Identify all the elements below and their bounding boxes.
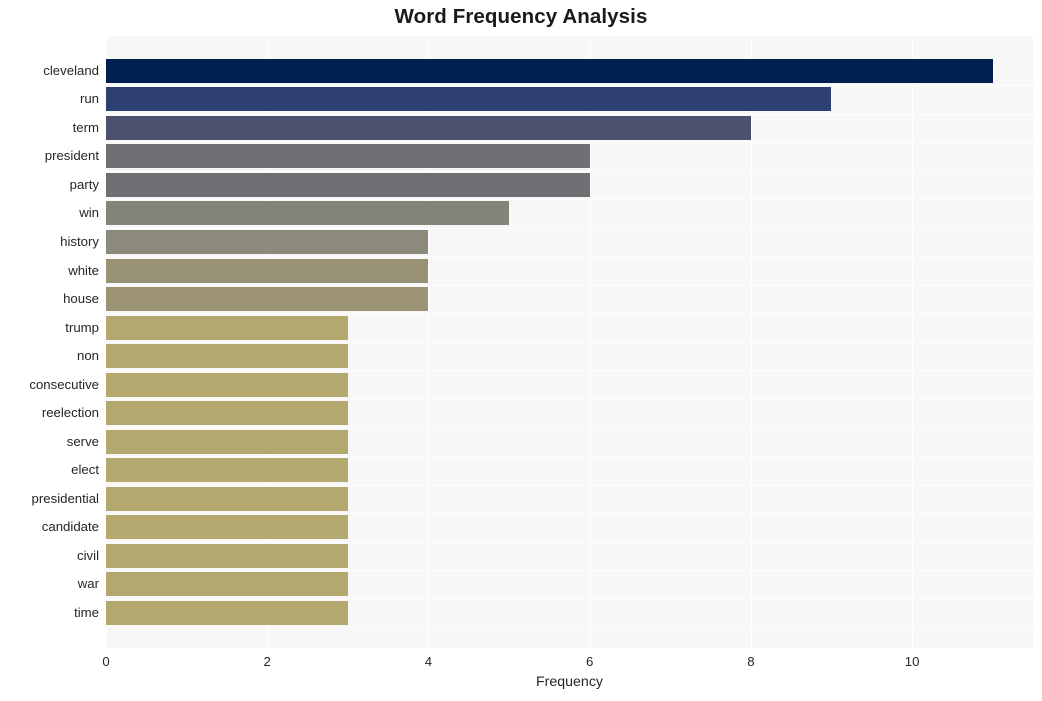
bar-white (106, 258, 429, 283)
y-tick-label-serve: serve (66, 433, 99, 449)
bar-win (106, 201, 510, 226)
y-tick-label-house: house (63, 291, 99, 307)
y-tick-label-presidential: presidential (31, 490, 99, 506)
y-tick-label-white: white (68, 262, 99, 278)
y-tick-label-term: term (72, 119, 99, 135)
x-tick-label-4: 4 (424, 654, 433, 669)
bar-reelection (106, 401, 348, 426)
bar-history (106, 229, 429, 254)
bar-candidate (106, 515, 348, 540)
bar-run (106, 87, 832, 112)
y-tick-label-party: party (69, 176, 99, 192)
bar-consecutive (106, 372, 348, 397)
y-tick-label-civil: civil (77, 547, 99, 563)
y-axis-tick-labels: cleveland run term president party win history… (0, 36, 99, 648)
bar-presidential (106, 486, 348, 511)
bar-time (106, 600, 348, 625)
chart-title: Word Frequency Analysis (394, 5, 648, 28)
bar-house (106, 287, 429, 312)
bar-non (106, 344, 348, 369)
y-tick-label-history: history (60, 233, 99, 249)
y-tick-label-trump: trump (65, 319, 99, 335)
bars-container (106, 36, 1033, 648)
bar-cleveland (106, 58, 993, 83)
x-tick-label-6: 6 (585, 654, 594, 669)
y-tick-label-run: run (79, 91, 99, 107)
x-tick-label-2: 2 (263, 654, 271, 669)
y-tick-label-president: president (44, 148, 99, 164)
y-tick-label-cleveland: cleveland (43, 62, 99, 78)
y-tick-label-war: war (77, 576, 99, 592)
bar-trump (106, 315, 348, 340)
bar-serve (106, 429, 348, 454)
y-tick-label-win: win (79, 205, 99, 221)
plot-area (106, 36, 1033, 648)
y-tick-label-reelection: reelection (41, 405, 99, 421)
y-tick-label-non: non (76, 348, 99, 364)
bar-elect (106, 458, 348, 483)
bar-president (106, 144, 590, 169)
x-axis-title: Frequency (535, 674, 604, 690)
y-tick-label-candidate: candidate (41, 519, 99, 535)
word-frequency-chart: Word Frequency Analysis cleveland run term… (0, 0, 1042, 701)
y-tick-label-elect: elect (71, 462, 99, 478)
x-axis-tick-labels: 0 2 4 6 8 10 (102, 648, 1033, 672)
x-tick-label-0: 0 (102, 654, 110, 669)
y-tick-label-consecutive: consecutive (29, 376, 99, 392)
bar-term (106, 115, 751, 140)
y-tick-label-time: time (74, 604, 99, 620)
bar-war (106, 572, 348, 597)
bar-civil (106, 543, 348, 568)
bar-party (106, 172, 590, 197)
x-tick-label-10: 10 (904, 654, 920, 669)
x-tick-label-8: 8 (747, 654, 755, 669)
